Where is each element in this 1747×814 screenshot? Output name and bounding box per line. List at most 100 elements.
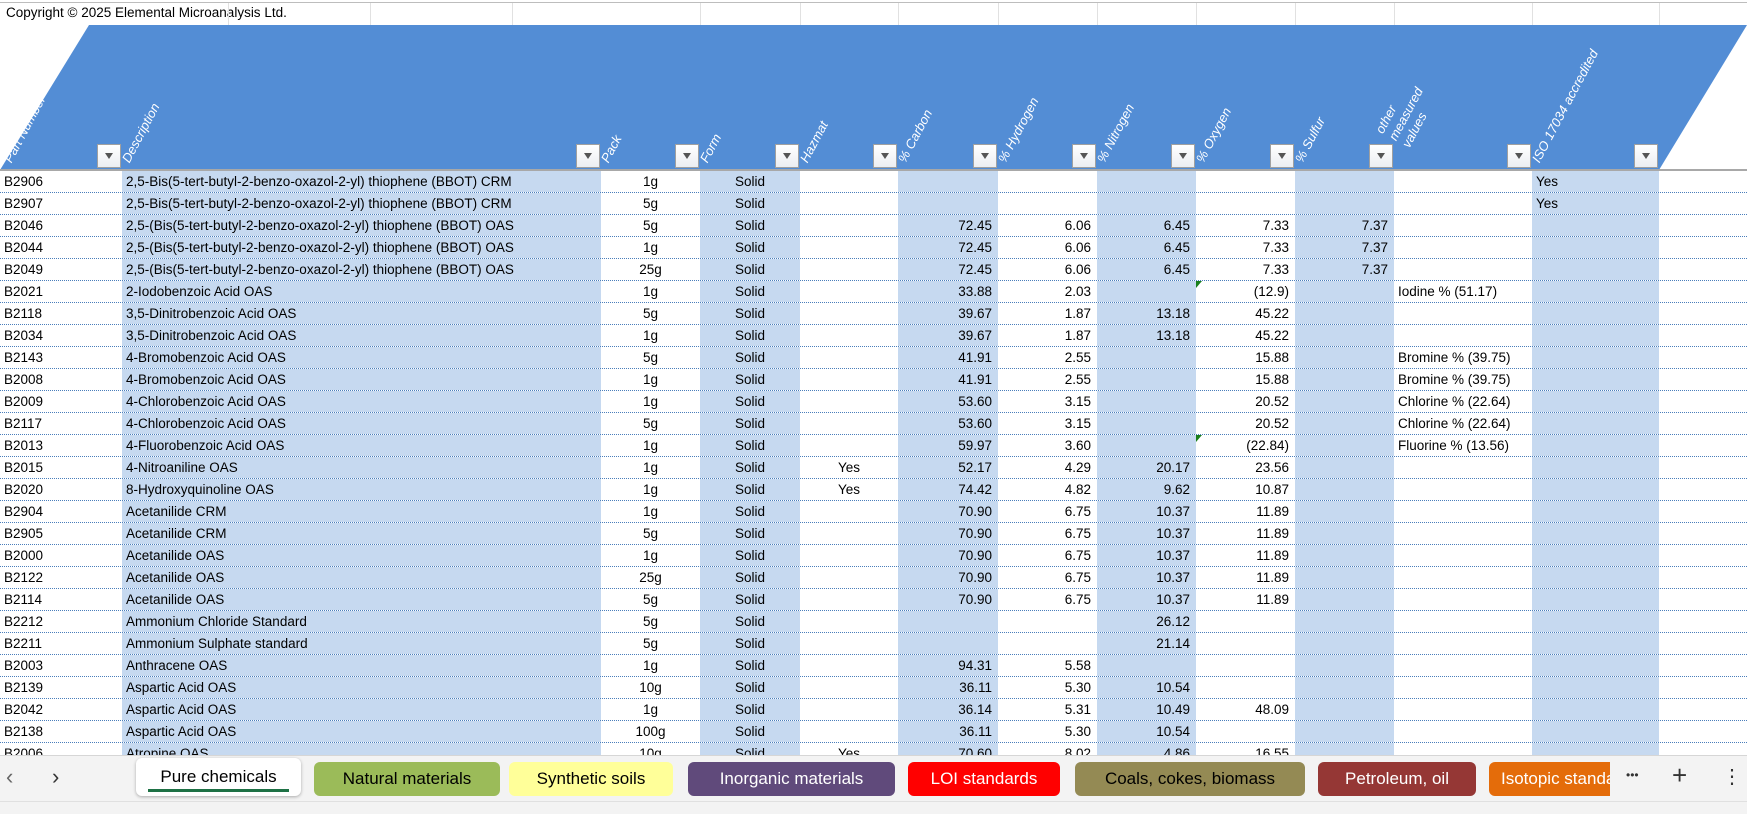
cell-hazmat[interactable] — [800, 369, 898, 390]
cell-description[interactable]: 2-Iodobenzoic Acid OAS — [122, 281, 601, 302]
cell-nitrogen[interactable]: 13.18 — [1097, 303, 1196, 324]
cell-oxygen[interactable] — [1196, 633, 1295, 654]
cell-pack[interactable]: 10g — [601, 743, 700, 755]
cell-sulfur[interactable] — [1295, 545, 1394, 566]
cell-form[interactable]: Solid — [700, 237, 800, 258]
cell-oxygen[interactable]: 11.89 — [1196, 545, 1295, 566]
sheet-tab[interactable]: Inorganic materials — [688, 762, 895, 796]
cell-description[interactable]: 2,5-Bis(5-tert-butyl-2-benzo-oxazol-2-yl… — [122, 171, 601, 192]
cell-oxygen[interactable]: 7.33 — [1196, 259, 1295, 280]
cell-description[interactable]: 4-Chlorobenzoic Acid OAS — [122, 413, 601, 434]
cell-oxygen[interactable]: 16.55 — [1196, 743, 1295, 755]
cell-part-number[interactable]: B2008 — [0, 369, 122, 390]
cell-pack[interactable]: 1g — [601, 699, 700, 720]
filter-dropdown-other-values[interactable] — [1507, 144, 1531, 168]
cell-carbon[interactable]: 70.90 — [898, 589, 998, 610]
cell-hazmat[interactable] — [800, 567, 898, 588]
filter-dropdown-pack[interactable] — [675, 144, 699, 168]
cell-oxygen[interactable]: 11.89 — [1196, 523, 1295, 544]
cell-oxygen[interactable] — [1196, 655, 1295, 676]
cell-other-values[interactable]: Fluorine % (13.56) — [1394, 435, 1532, 456]
cell-part-number[interactable]: B2905 — [0, 523, 122, 544]
cell-iso-accredited[interactable] — [1532, 523, 1659, 544]
cell-hydrogen[interactable]: 3.60 — [998, 435, 1097, 456]
cell-oxygen[interactable]: 11.89 — [1196, 589, 1295, 610]
cell-carbon[interactable]: 94.31 — [898, 655, 998, 676]
cell-other-values[interactable] — [1394, 589, 1532, 610]
cell-hydrogen[interactable]: 8.02 — [998, 743, 1097, 755]
cell-form[interactable]: Solid — [700, 501, 800, 522]
cell-oxygen[interactable]: 11.89 — [1196, 567, 1295, 588]
cell-pack[interactable]: 5g — [601, 633, 700, 654]
cell-hazmat[interactable]: Yes — [800, 479, 898, 500]
cell-hydrogen[interactable]: 6.75 — [998, 589, 1097, 610]
cell-form[interactable]: Solid — [700, 567, 800, 588]
cell-form[interactable]: Solid — [700, 413, 800, 434]
sheet-menu-button[interactable]: ⋮ — [1722, 764, 1742, 789]
cell-hazmat[interactable] — [800, 589, 898, 610]
cell-hazmat[interactable] — [800, 215, 898, 236]
filter-dropdown-iso-accredited[interactable] — [1634, 144, 1658, 168]
cell-hazmat[interactable] — [800, 193, 898, 214]
cell-carbon[interactable] — [898, 611, 998, 632]
cell-part-number[interactable]: B2013 — [0, 435, 122, 456]
cell-oxygen[interactable]: 45.22 — [1196, 325, 1295, 346]
cell-iso-accredited[interactable] — [1532, 457, 1659, 478]
cell-pack[interactable]: 5g — [601, 303, 700, 324]
cell-carbon[interactable]: 70.90 — [898, 501, 998, 522]
cell-carbon[interactable]: 72.45 — [898, 259, 998, 280]
cell-hydrogen[interactable]: 3.15 — [998, 391, 1097, 412]
next-sheet-button[interactable]: › — [52, 764, 59, 790]
cell-carbon[interactable]: 70.90 — [898, 567, 998, 588]
cell-pack[interactable]: 5g — [601, 193, 700, 214]
cell-iso-accredited[interactable] — [1532, 281, 1659, 302]
cell-description[interactable]: 4-Nitroaniline OAS — [122, 457, 601, 478]
cell-other-values[interactable]: Chlorine % (22.64) — [1394, 391, 1532, 412]
cell-sulfur[interactable] — [1295, 435, 1394, 456]
cell-pack[interactable]: 5g — [601, 215, 700, 236]
cell-sulfur[interactable] — [1295, 479, 1394, 500]
cell-sulfur[interactable] — [1295, 523, 1394, 544]
cell-part-number[interactable]: B2907 — [0, 193, 122, 214]
cell-hydrogen[interactable]: 5.30 — [998, 721, 1097, 742]
cell-description[interactable]: Aspartic Acid OAS — [122, 721, 601, 742]
cell-description[interactable]: 4-Chlorobenzoic Acid OAS — [122, 391, 601, 412]
cell-pack[interactable]: 5g — [601, 347, 700, 368]
cell-form[interactable]: Solid — [700, 589, 800, 610]
cell-oxygen[interactable] — [1196, 677, 1295, 698]
cell-description[interactable]: 3,5-Dinitrobenzoic Acid OAS — [122, 325, 601, 346]
cell-iso-accredited[interactable] — [1532, 413, 1659, 434]
cell-iso-accredited[interactable] — [1532, 655, 1659, 676]
cell-form[interactable]: Solid — [700, 721, 800, 742]
cell-other-values[interactable] — [1394, 237, 1532, 258]
cell-sulfur[interactable]: 7.37 — [1295, 215, 1394, 236]
cell-iso-accredited[interactable] — [1532, 435, 1659, 456]
cell-sulfur[interactable] — [1295, 743, 1394, 755]
cell-hazmat[interactable] — [800, 325, 898, 346]
cell-iso-accredited[interactable] — [1532, 611, 1659, 632]
cell-form[interactable]: Solid — [700, 325, 800, 346]
cell-iso-accredited[interactable] — [1532, 743, 1659, 755]
cell-sulfur[interactable]: 7.37 — [1295, 259, 1394, 280]
cell-form[interactable]: Solid — [700, 435, 800, 456]
cell-pack[interactable]: 25g — [601, 567, 700, 588]
cell-oxygen[interactable]: 45.22 — [1196, 303, 1295, 324]
cell-hydrogen[interactable]: 6.06 — [998, 215, 1097, 236]
cell-sulfur[interactable] — [1295, 611, 1394, 632]
cell-description[interactable]: Aspartic Acid OAS — [122, 699, 601, 720]
sheet-tab[interactable]: Synthetic soils — [509, 762, 673, 796]
cell-pack[interactable]: 1g — [601, 369, 700, 390]
cell-part-number[interactable]: B2906 — [0, 171, 122, 192]
filter-dropdown-hydrogen[interactable] — [1072, 144, 1096, 168]
cell-other-values[interactable] — [1394, 457, 1532, 478]
cell-part-number[interactable]: B2042 — [0, 699, 122, 720]
cell-hazmat[interactable] — [800, 391, 898, 412]
cell-other-values[interactable] — [1394, 523, 1532, 544]
cell-description[interactable]: Acetanilide OAS — [122, 545, 601, 566]
cell-iso-accredited[interactable]: Yes — [1532, 171, 1659, 192]
cell-other-values[interactable] — [1394, 215, 1532, 236]
cell-nitrogen[interactable]: 10.49 — [1097, 699, 1196, 720]
cell-sulfur[interactable] — [1295, 501, 1394, 522]
cell-description[interactable]: Acetanilide CRM — [122, 501, 601, 522]
cell-other-values[interactable] — [1394, 501, 1532, 522]
